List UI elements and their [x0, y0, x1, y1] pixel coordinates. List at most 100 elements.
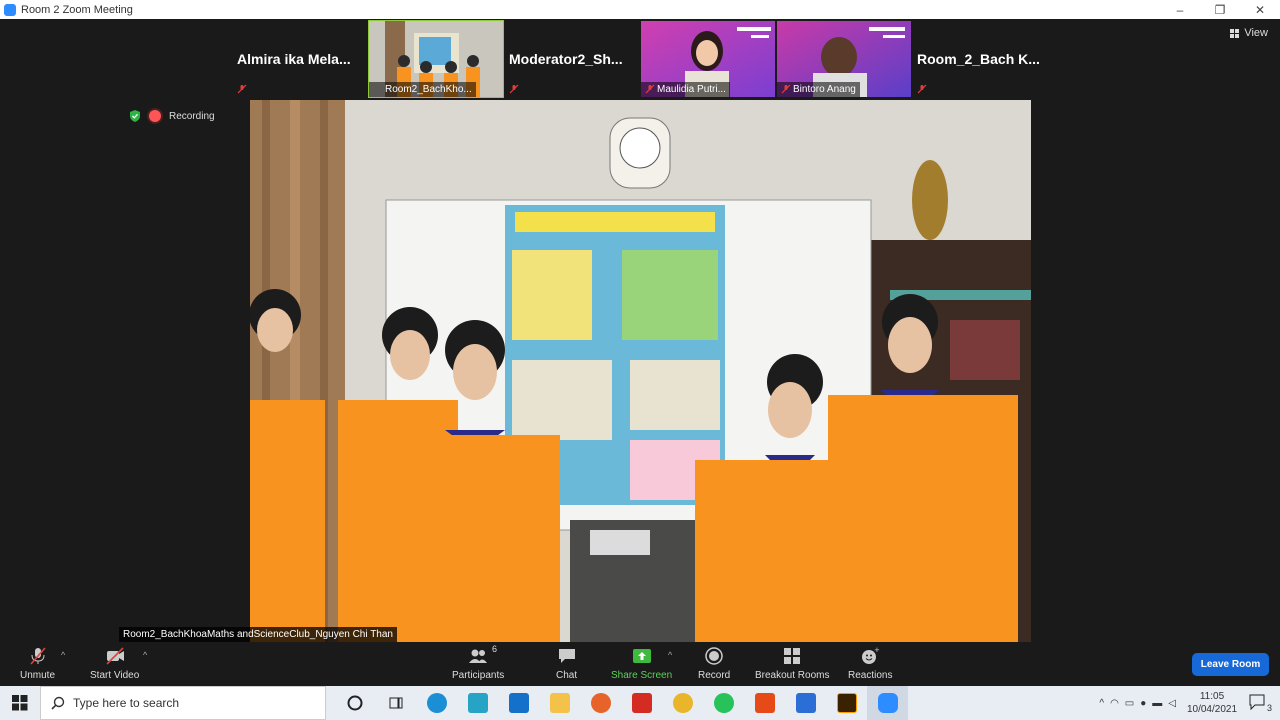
windows-taskbar: Type here to search ^ ◠ ▭ ● ▬ ◁ 11:05 10…: [0, 686, 1280, 720]
edge-icon: [426, 693, 447, 713]
recording-indicator: Recording: [129, 110, 215, 122]
participant-tile-video[interactable]: Bintoro Anang: [777, 21, 911, 97]
chevron-up-icon[interactable]: ^: [1099, 698, 1104, 709]
breakout-rooms-label: Breakout Rooms: [755, 670, 830, 681]
meeting-stage: Almira ika Mela... Room2_BachKho... Mode…: [0, 19, 1280, 643]
reactions-button[interactable]: + Reactions: [848, 646, 892, 681]
folder-icon: [549, 693, 570, 713]
recording-dot-icon: [149, 110, 161, 122]
participant-tile[interactable]: Room_2_Bach K...: [913, 21, 1047, 97]
whatsapp-app[interactable]: [703, 686, 744, 720]
unmute-label: Unmute: [20, 670, 56, 681]
leave-room-button[interactable]: Leave Room: [1192, 653, 1269, 676]
participant-name: Moderator2_Sh...: [509, 51, 623, 67]
notification-center-button[interactable]: 3: [1248, 693, 1272, 713]
taskbar-clock[interactable]: 11:05 10/04/2021: [1182, 690, 1242, 716]
breakout-rooms-button[interactable]: Breakout Rooms: [755, 646, 829, 681]
acrobat-icon: [631, 693, 652, 713]
grid-icon: [1230, 28, 1240, 38]
reactions-smiley-icon: +: [862, 646, 880, 664]
windows-logo-icon: [12, 695, 28, 711]
zoom-icon: [877, 693, 898, 713]
cortana-button[interactable]: [334, 686, 375, 720]
file-explorer-app[interactable]: [539, 686, 580, 720]
task-view-icon: [389, 697, 402, 709]
microphone-icon[interactable]: ●: [1140, 698, 1146, 709]
chrome-app[interactable]: [662, 686, 703, 720]
video-camera-off-icon: [106, 647, 124, 665]
share-screen-label: Share Screen: [611, 670, 673, 681]
l-app-icon: [467, 693, 488, 713]
network-icon[interactable]: ▭: [1125, 698, 1134, 709]
mic-off-icon: [781, 84, 791, 94]
participant-tile[interactable]: Almira ika Mela...: [233, 21, 367, 97]
recording-label: Recording: [169, 110, 215, 122]
word-app[interactable]: [785, 686, 826, 720]
clock-date: 10/04/2021: [1186, 704, 1238, 715]
video-options-chevron-icon[interactable]: ^: [143, 650, 147, 660]
taskbar-pinned-apps: [334, 686, 908, 720]
participant-tile-video[interactable]: Room2_BachKho...: [368, 20, 504, 98]
participant-tile[interactable]: Moderator2_Sh...: [505, 21, 639, 97]
mic-off-icon: [509, 84, 519, 94]
participants-label: Participants: [452, 670, 505, 681]
participants-count: 6: [492, 644, 498, 654]
window-titlebar: Room 2 Zoom Meeting – ❐ ✕: [0, 0, 1280, 19]
search-placeholder: Type here to search: [73, 696, 180, 710]
svg-text:+: +: [874, 646, 880, 654]
participants-button[interactable]: 6 Participants: [452, 644, 505, 681]
view-button[interactable]: View: [1230, 27, 1268, 39]
minimize-button[interactable]: –: [1160, 3, 1200, 17]
main-speaker-video: [250, 100, 1031, 642]
office-app[interactable]: [744, 686, 785, 720]
search-icon: [51, 696, 65, 710]
battery-icon[interactable]: ▬: [1152, 698, 1162, 709]
view-label: View: [1244, 27, 1268, 39]
participant-tile-video[interactable]: Maulidia Putri...: [641, 21, 775, 97]
task-view-button[interactable]: [375, 686, 416, 720]
mic-off-icon: [645, 84, 655, 94]
illustrator-app[interactable]: [826, 686, 867, 720]
system-tray: ^ ◠ ▭ ● ▬ ◁ 11:05 10/04/2021 3: [1099, 686, 1280, 720]
chat-label: Chat: [556, 670, 578, 681]
wifi-icon[interactable]: ◠: [1110, 698, 1119, 709]
zoom-app[interactable]: [867, 686, 908, 720]
reactions-label: Reactions: [848, 670, 893, 681]
unmute-button[interactable]: Unmute: [20, 646, 55, 681]
volume-icon[interactable]: ◁: [1168, 698, 1176, 709]
chrome-icon: [672, 693, 693, 713]
restore-button[interactable]: ❐: [1200, 3, 1240, 17]
close-button[interactable]: ✕: [1240, 3, 1280, 17]
security-shield-icon: [130, 110, 140, 122]
participant-label: Room2_BachKho...: [369, 82, 476, 97]
word-icon: [795, 693, 816, 713]
windows-start-button[interactable]: [0, 686, 40, 720]
record-button[interactable]: Record: [698, 646, 730, 681]
record-icon: [705, 647, 723, 665]
participant-name: Room_2_Bach K...: [917, 51, 1040, 67]
window-title: Room 2 Zoom Meeting: [21, 3, 133, 16]
illustrator-icon: [836, 693, 857, 713]
firefox-icon: [590, 693, 611, 713]
l-app[interactable]: [457, 686, 498, 720]
firefox-app[interactable]: [580, 686, 621, 720]
mail-icon: [508, 693, 529, 713]
notification-count: 3: [1266, 703, 1272, 713]
record-label: Record: [698, 670, 731, 681]
mail-app[interactable]: [498, 686, 539, 720]
mic-off-icon: [237, 84, 247, 94]
mic-off-icon: [917, 84, 927, 94]
start-video-button[interactable]: Start Video: [90, 646, 139, 681]
audio-options-chevron-icon[interactable]: ^: [61, 650, 65, 660]
share-screen-button[interactable]: Share Screen: [611, 646, 672, 681]
chat-button[interactable]: Chat: [556, 646, 577, 681]
taskbar-search-box[interactable]: Type here to search: [40, 686, 326, 720]
participant-name: Almira ika Mela...: [237, 51, 351, 67]
zoom-app-icon: [4, 3, 16, 16]
share-options-chevron-icon[interactable]: ^: [668, 650, 672, 660]
acrobat-app[interactable]: [621, 686, 662, 720]
chat-bubble-icon: [558, 649, 575, 663]
breakout-rooms-icon: [784, 648, 801, 664]
edge-app[interactable]: [416, 686, 457, 720]
participant-strip: Almira ika Mela... Room2_BachKho... Mode…: [233, 20, 1047, 99]
